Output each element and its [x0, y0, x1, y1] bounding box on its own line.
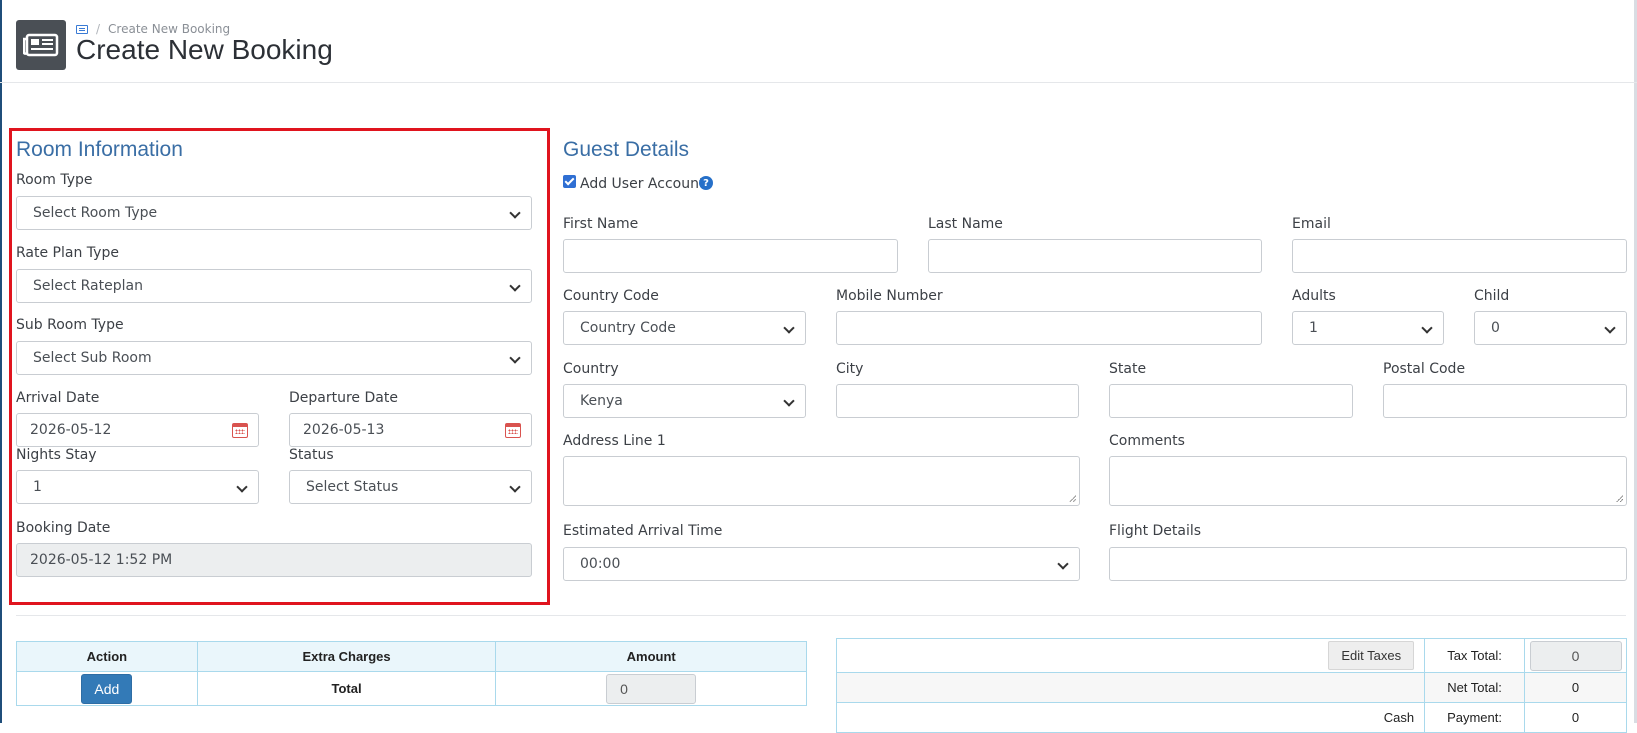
- flight-details-input[interactable]: [1109, 547, 1627, 581]
- calendar-icon[interactable]: [505, 423, 521, 438]
- address-line-1-textarea[interactable]: [563, 456, 1080, 506]
- booking-date-field: 2026-05-12 1:52 PM: [16, 543, 532, 577]
- column-header-extra-charges: Extra Charges: [196, 641, 497, 672]
- calendar-icon[interactable]: [232, 423, 248, 438]
- status-value: Select Status: [306, 479, 399, 495]
- room-type-value: Select Room Type: [33, 205, 158, 221]
- departure-date-label: Departure Date: [289, 390, 398, 406]
- total-label-cell: Total: [196, 671, 497, 706]
- status-select[interactable]: Select Status: [289, 470, 532, 504]
- payment-method: Cash: [835, 702, 1426, 733]
- country-label: Country: [563, 361, 619, 377]
- room-type-select[interactable]: Select Room Type: [16, 196, 532, 230]
- arrival-date-label: Arrival Date: [16, 390, 100, 406]
- tax-total-row: Edit Taxes Tax Total: 0: [835, 638, 1627, 673]
- country-value: Kenya: [580, 393, 623, 409]
- adults-select[interactable]: 1: [1292, 311, 1444, 345]
- net-total-value: 0: [1524, 672, 1627, 703]
- departure-date-value: 2026-05-13: [303, 422, 385, 438]
- column-header-amount: Amount: [495, 641, 807, 672]
- column-header-action: Action: [16, 641, 198, 672]
- last-name-label: Last Name: [928, 216, 1003, 232]
- net-total-row: Net Total: 0: [835, 672, 1627, 703]
- add-charge-button[interactable]: Add: [81, 673, 133, 704]
- booking-date-label: Booking Date: [16, 520, 111, 536]
- departure-date-input[interactable]: 2026-05-13: [289, 413, 532, 447]
- child-value: 0: [1491, 320, 1500, 336]
- payment-row: Cash Payment: 0: [835, 702, 1627, 733]
- mobile-number-label: Mobile Number: [836, 288, 943, 304]
- amount-cell: 0: [495, 671, 807, 706]
- arrival-date-input[interactable]: 2026-05-12: [16, 413, 259, 447]
- action-cell: Add: [16, 671, 198, 706]
- comments-label: Comments: [1109, 433, 1185, 449]
- adults-value: 1: [1309, 320, 1318, 336]
- tax-total-field: 0: [1529, 640, 1622, 671]
- arrival-time-select[interactable]: 00:00: [563, 547, 1080, 581]
- totals-table: Edit Taxes Tax Total: 0 Net Total: 0 Cas…: [835, 638, 1627, 733]
- nights-stay-value: 1: [33, 479, 42, 495]
- room-info-title: Room Information: [16, 138, 183, 161]
- postal-code-input[interactable]: [1383, 384, 1627, 418]
- nights-stay-select[interactable]: 1: [16, 470, 259, 504]
- nights-stay-label: Nights Stay: [16, 447, 97, 463]
- country-code-label: Country Code: [563, 288, 659, 304]
- country-code-select[interactable]: Country Code: [563, 311, 806, 345]
- child-label: Child: [1474, 288, 1510, 304]
- left-edge-bar: [0, 0, 2, 723]
- email-input[interactable]: [1292, 239, 1627, 273]
- city-label: City: [836, 361, 864, 377]
- payment-label: Payment:: [1424, 702, 1525, 733]
- home-icon[interactable]: [76, 24, 88, 34]
- newspaper-icon: [16, 20, 66, 70]
- country-select[interactable]: Kenya: [563, 384, 806, 418]
- section-divider: [16, 615, 1626, 616]
- payment-value: 0: [1524, 702, 1627, 733]
- last-name-input[interactable]: [928, 239, 1262, 273]
- edit-taxes-cell: Edit Taxes: [835, 638, 1426, 673]
- page-header: / Create New Booking Create New Booking: [0, 0, 1637, 83]
- city-input[interactable]: [836, 384, 1079, 418]
- rate-plan-label: Rate Plan Type: [16, 245, 119, 261]
- extra-charges-table: Action Extra Charges Amount Add Total 0: [16, 641, 807, 706]
- room-type-label: Room Type: [16, 172, 93, 188]
- add-user-checkbox[interactable]: [563, 175, 576, 188]
- postal-code-label: Postal Code: [1383, 361, 1466, 377]
- rate-plan-select[interactable]: Select Rateplan: [16, 269, 532, 303]
- arrival-time-value: 00:00: [580, 556, 621, 572]
- flight-details-label: Flight Details: [1109, 523, 1202, 539]
- sub-room-value: Select Sub Room: [33, 350, 152, 366]
- comments-textarea[interactable]: [1109, 456, 1627, 506]
- first-name-label: First Name: [563, 216, 639, 232]
- add-user-label: Add User Account: [580, 176, 705, 192]
- table-row: Add Total 0: [16, 671, 807, 706]
- page-title: Create New Booking: [76, 34, 333, 65]
- net-total-label: Net Total:: [1424, 672, 1525, 703]
- total-amount-field: 0: [606, 673, 697, 704]
- rate-plan-value: Select Rateplan: [33, 278, 143, 294]
- address-line-1-label: Address Line 1: [563, 433, 666, 449]
- email-label: Email: [1292, 216, 1331, 232]
- child-select[interactable]: 0: [1474, 311, 1627, 345]
- adults-label: Adults: [1292, 288, 1336, 304]
- table-header-row: Action Extra Charges Amount: [16, 641, 807, 672]
- mobile-number-input[interactable]: [836, 311, 1262, 345]
- arrival-time-label: Estimated Arrival Time: [563, 523, 723, 539]
- sub-room-select[interactable]: Select Sub Room: [16, 341, 532, 375]
- guest-details-title: Guest Details: [563, 138, 690, 161]
- state-input[interactable]: [1109, 384, 1353, 418]
- edit-taxes-button[interactable]: Edit Taxes: [1328, 641, 1415, 670]
- state-label: State: [1109, 361, 1147, 377]
- first-name-input[interactable]: [563, 239, 898, 273]
- tax-total-cell: 0: [1524, 638, 1627, 673]
- booking-date-value: 2026-05-12 1:52 PM: [30, 552, 173, 568]
- country-code-value: Country Code: [580, 320, 676, 336]
- tax-total-label: Tax Total:: [1424, 638, 1525, 673]
- status-label: Status: [289, 447, 334, 463]
- arrival-date-value: 2026-05-12: [30, 422, 112, 438]
- sub-room-label: Sub Room Type: [16, 317, 124, 333]
- help-icon[interactable]: ?: [699, 176, 713, 190]
- net-total-spacer: [835, 672, 1426, 703]
